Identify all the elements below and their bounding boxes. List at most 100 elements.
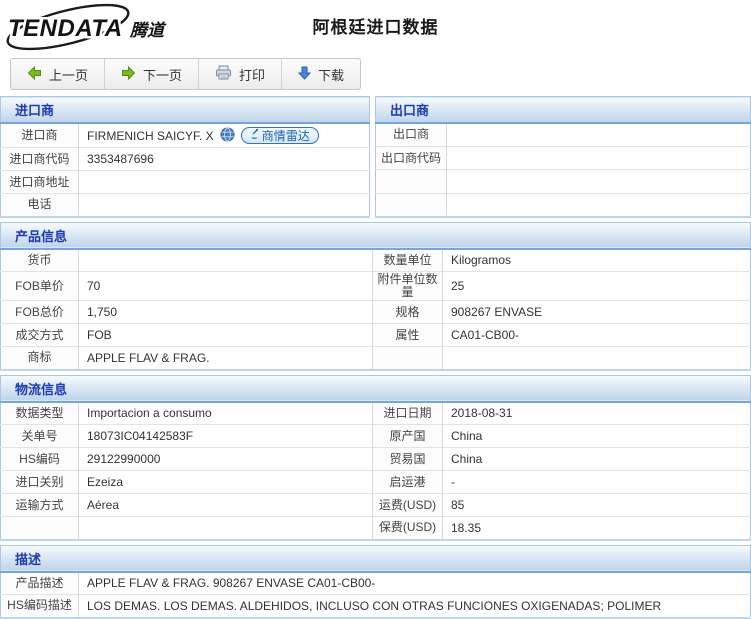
table-row: 进口商地址 — [1, 171, 370, 194]
table-row: 进口商 FIRMENICH SAICYF. X — [1, 123, 370, 148]
table-row: FOB单价 70 附件单位数量 25 — [1, 272, 751, 301]
table-row: FOB总价 1,750 规格 908267 ENVASE — [1, 301, 751, 324]
printer-icon — [215, 65, 232, 83]
field-value: FOB — [79, 324, 373, 347]
field-label: 保费(USD) — [373, 517, 443, 540]
business-radar-button[interactable]: 商情雷达 — [241, 127, 319, 144]
field-value — [447, 146, 751, 169]
field-value: 85 — [443, 494, 751, 517]
field-label: 规格 — [373, 301, 443, 324]
field-label: 商标 — [1, 347, 79, 370]
arrow-right-icon — [121, 66, 136, 83]
field-value: 70 — [79, 272, 373, 301]
field-value — [447, 193, 751, 216]
field-value: 908267 ENVASE — [443, 301, 751, 324]
field-label: 附件单位数量 — [373, 272, 443, 301]
table-row: 保费(USD) 18.35 — [1, 517, 751, 540]
table-row — [376, 193, 751, 216]
field-label: 关单号 — [1, 425, 79, 448]
toolbar: 上一页 下一页 打印 下载 — [10, 58, 361, 90]
table-row: 出口商代码 — [376, 146, 751, 169]
table-row: 进口关别 Ezeiza 启运港 - — [1, 471, 751, 494]
field-value: 25 — [443, 272, 751, 301]
field-value — [79, 171, 370, 194]
field-label: 进口日期 — [373, 402, 443, 425]
field-label: 进口商 — [1, 123, 79, 148]
business-radar-label: 商情雷达 — [262, 127, 310, 144]
logistics-info-table: 物流信息 数据类型 Importacion a consumo 进口日期 201… — [0, 375, 751, 541]
field-value: China — [443, 425, 751, 448]
logistics-section-title: 物流信息 — [1, 375, 751, 402]
table-row: 电话 — [1, 194, 370, 217]
field-label: 数据类型 — [1, 402, 79, 425]
globe-icon[interactable] — [220, 127, 235, 145]
field-value: 3353487696 — [79, 148, 370, 171]
field-value: 18073IC04142583F — [79, 425, 373, 448]
table-row: 商标 APPLE FLAV & FRAG. — [1, 347, 751, 370]
field-value: CA01-CB00- — [443, 324, 751, 347]
field-label: 贸易国 — [373, 448, 443, 471]
importer-table: 进口商 进口商 FIRMENICH SAICYF. X — [0, 96, 370, 218]
field-value: 18.35 — [443, 517, 751, 540]
field-value: 29122990000 — [79, 448, 373, 471]
prev-page-label: 上一页 — [49, 65, 88, 84]
arrow-left-icon — [27, 66, 42, 83]
field-label: HS编码描述 — [1, 595, 79, 618]
field-label: 进口商代码 — [1, 148, 79, 171]
exporter-section-title: 出口商 — [376, 97, 751, 124]
table-row: 关单号 18073IC04142583F 原产国 China — [1, 425, 751, 448]
print-label: 打印 — [239, 65, 265, 84]
page-header: TENDATA 腾道 阿根廷进口数据 — [0, 0, 751, 55]
importer-name-cell: FIRMENICH SAICYF. X — [79, 124, 369, 147]
field-value — [447, 123, 751, 146]
field-value: Kilogramos — [443, 249, 751, 272]
page-title: 阿根廷进口数据 — [0, 13, 751, 38]
field-label: 产品描述 — [1, 572, 79, 595]
table-row: HS编码描述 LOS DEMAS. LOS DEMAS. ALDEHIDOS, … — [1, 595, 751, 618]
field-label: 成交方式 — [1, 324, 79, 347]
field-value: Ezeiza — [79, 471, 373, 494]
field-value: FIRMENICH SAICYF. X — [87, 129, 214, 143]
table-row: 出口商 — [376, 123, 751, 146]
field-value: Aérea — [79, 494, 373, 517]
print-button[interactable]: 打印 — [199, 59, 282, 89]
field-label: 出口商代码 — [376, 146, 447, 169]
field-label: 电话 — [1, 194, 79, 217]
exporter-table: 出口商 出口商 出口商代码 — [375, 96, 751, 218]
field-label: 属性 — [373, 324, 443, 347]
field-value: Importacion a consumo — [79, 402, 373, 425]
field-label: FOB单价 — [1, 272, 79, 301]
field-label — [376, 193, 447, 216]
field-value: 2018-08-31 — [443, 402, 751, 425]
radar-icon — [247, 128, 259, 143]
field-value — [447, 170, 751, 193]
field-value — [79, 249, 373, 272]
field-label: HS编码 — [1, 448, 79, 471]
field-label: 运费(USD) — [373, 494, 443, 517]
field-label: 运输方式 — [1, 494, 79, 517]
table-row: 成交方式 FOB 属性 CA01-CB00- — [1, 324, 751, 347]
table-row: 货币 数量单位 Kilogramos — [1, 249, 751, 272]
field-value — [79, 517, 373, 540]
field-value — [443, 347, 751, 370]
product-info-table: 产品信息 货币 数量单位 Kilogramos FOB单价 70 附件单位数量 … — [0, 222, 751, 371]
trader-section: 进口商 进口商 FIRMENICH SAICYF. X — [0, 96, 751, 218]
download-button[interactable]: 下载 — [282, 59, 360, 89]
importer-section-title: 进口商 — [1, 97, 370, 124]
download-arrow-icon — [298, 66, 311, 83]
table-row — [376, 170, 751, 193]
field-value: China — [443, 448, 751, 471]
field-label — [373, 347, 443, 370]
table-row: 进口商代码 3353487696 — [1, 148, 370, 171]
table-row: 运输方式 Aérea 运费(USD) 85 — [1, 494, 751, 517]
field-label — [376, 170, 447, 193]
next-page-button[interactable]: 下一页 — [105, 59, 199, 89]
description-section-title: 描述 — [1, 545, 751, 572]
field-label: 进口商地址 — [1, 171, 79, 194]
table-row: HS编码 29122990000 贸易国 China — [1, 448, 751, 471]
field-label: 原产国 — [373, 425, 443, 448]
table-row: 数据类型 Importacion a consumo 进口日期 2018-08-… — [1, 402, 751, 425]
prev-page-button[interactable]: 上一页 — [11, 59, 105, 89]
field-label: 货币 — [1, 249, 79, 272]
field-value: 1,750 — [79, 301, 373, 324]
